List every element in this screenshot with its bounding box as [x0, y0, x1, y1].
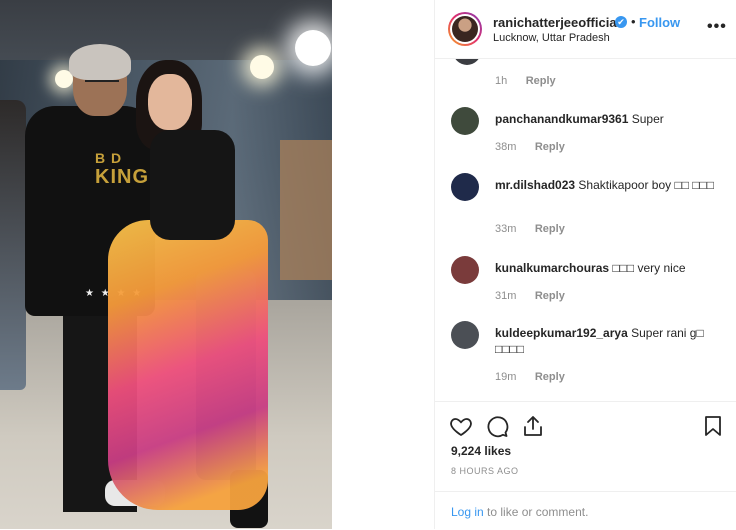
- post-timestamp[interactable]: 8 HOURS AGO: [451, 466, 519, 476]
- comment-text: panchanandkumar9361 Super: [495, 112, 664, 126]
- comment-avatar[interactable]: [451, 173, 479, 201]
- comment-time: 38m: [495, 141, 517, 153]
- comment-text: mr.dilshad023 Shaktikapoor boy □□ □□□: [495, 178, 715, 192]
- post-side-panel: ranichatterjeeofficial ✔ • Follow Luckno…: [434, 0, 736, 529]
- profile-username[interactable]: ranichatterjeeofficial: [493, 15, 620, 30]
- comment-avatar[interactable]: [451, 256, 479, 284]
- reply-button[interactable]: Reply: [535, 290, 565, 302]
- comment-icon[interactable]: [485, 414, 509, 438]
- share-icon[interactable]: [521, 414, 545, 438]
- comment-meta: 31m Reply: [495, 286, 565, 304]
- separator-dot: •: [631, 14, 636, 29]
- woman-top: [150, 130, 235, 240]
- post-location[interactable]: Lucknow, Uttar Pradesh: [493, 32, 610, 44]
- photo-person-woman: [108, 60, 280, 529]
- more-horizontal-icon[interactable]: •••: [707, 18, 727, 36]
- reply-button[interactable]: Reply: [526, 75, 556, 87]
- comment-username[interactable]: kuldeepkumar192_arya: [495, 326, 628, 340]
- likes-count[interactable]: 9,224 likes: [451, 444, 511, 458]
- reply-button[interactable]: Reply: [535, 223, 565, 235]
- background-person: [0, 100, 26, 390]
- background-boxes: [280, 140, 332, 280]
- comment-time: 19m: [495, 371, 517, 383]
- comment-avatar[interactable]: [451, 107, 479, 135]
- post-header: ranichatterjeeofficial ✔ • Follow Luckno…: [435, 0, 736, 59]
- comment-time: 1h: [495, 75, 508, 87]
- comment-username[interactable]: mr.dilshad023: [495, 178, 575, 192]
- post-photo[interactable]: B D KING ★ ★ ★ ★: [0, 0, 332, 529]
- comment-time: 33m: [495, 223, 517, 235]
- comment-text: kuldeepkumar192_arya Super rani g□ □□□□: [495, 326, 704, 356]
- comment-username[interactable]: kunalkumarchouras: [495, 261, 609, 275]
- post-actions: 9,224 likes 8 HOURS AGO: [435, 401, 736, 492]
- comments-list[interactable]: 1h Reply panchanandkumar9361 Super 38m R…: [435, 59, 736, 401]
- comment-text: kunalkumarchouras □□□ very nice: [495, 261, 686, 275]
- bookmark-icon[interactable]: [701, 414, 725, 438]
- studio-light: [295, 30, 331, 66]
- comment-meta: 19m Reply: [495, 367, 565, 385]
- comment-avatar[interactable]: [453, 59, 481, 65]
- verified-badge-icon: ✔: [615, 16, 627, 28]
- comment-meta: 38m Reply: [495, 137, 565, 155]
- comment-username[interactable]: panchanandkumar9361: [495, 112, 628, 126]
- comment-meta: 1h Reply: [495, 71, 556, 89]
- comment-meta: 33m Reply: [495, 219, 565, 237]
- woman-face: [148, 74, 192, 130]
- comment-time: 31m: [495, 290, 517, 302]
- login-link[interactable]: Log in: [451, 505, 484, 519]
- man-glasses: [85, 72, 119, 82]
- follow-button[interactable]: Follow: [639, 15, 680, 30]
- login-prompt: Log in to like or comment.: [435, 491, 736, 530]
- login-text: Log in to like or comment.: [451, 505, 589, 519]
- profile-avatar[interactable]: [448, 12, 482, 46]
- comment-avatar[interactable]: [451, 321, 479, 349]
- woman-dupatta: [108, 220, 268, 510]
- heart-icon[interactable]: [449, 414, 473, 438]
- reply-button[interactable]: Reply: [535, 141, 565, 153]
- reply-button[interactable]: Reply: [535, 371, 565, 383]
